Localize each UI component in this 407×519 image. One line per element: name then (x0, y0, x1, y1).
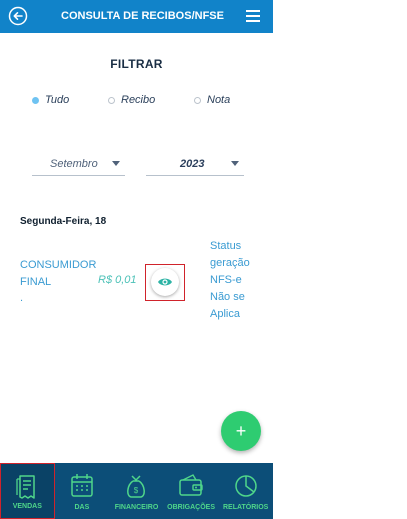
app-screen: CONSULTA DE RECIBOS/NFSE FILTRAR Tudo Re… (0, 0, 273, 519)
nav-das[interactable]: DAS (55, 463, 110, 519)
status-line: Status (210, 240, 242, 252)
radio-selected-icon (32, 96, 39, 104)
caret-down-icon (231, 161, 239, 166)
nav-label: OBRIGAÇÕES (167, 504, 215, 511)
eye-icon (158, 278, 172, 286)
status-line: geração (210, 257, 250, 269)
radio-label: Nota (207, 94, 231, 106)
receipt-icon (16, 475, 36, 499)
nav-label: VENDAS (12, 503, 42, 510)
nav-relatorios[interactable]: RELATÓRIOS (218, 463, 273, 519)
radio-label: Recibo (121, 94, 156, 106)
page-title: CONSULTA DE RECIBOS/NFSE (61, 10, 224, 22)
month-value: Setembro (50, 158, 98, 170)
radio-unselected-icon (194, 96, 201, 104)
customer-name-line2: FINAL (20, 276, 52, 288)
money-bag-icon: $ (127, 475, 146, 498)
nav-obrigacoes[interactable]: OBRIGAÇÕES (164, 463, 219, 519)
radio-unselected-icon (108, 96, 115, 104)
nav-label: DAS (74, 504, 90, 511)
day-label: Segunda-Feira, 18 (20, 216, 107, 227)
nav-label: FINANCEIRO (114, 504, 159, 511)
radio-nota[interactable]: Nota (194, 94, 230, 106)
view-record-highlight (145, 264, 185, 301)
status-line: Aplica (210, 308, 240, 320)
record-extra: . (20, 292, 24, 304)
nav-label: RELATÓRIOS (222, 504, 269, 511)
radio-recibo[interactable]: Recibo (108, 94, 155, 106)
calendar-icon (71, 474, 93, 497)
view-record-button[interactable] (151, 268, 179, 296)
top-app-bar: CONSULTA DE RECIBOS/NFSE (0, 0, 273, 33)
nav-vendas[interactable]: VENDAS (0, 463, 55, 519)
status-line: Não se (210, 291, 245, 303)
hamburger-menu-icon[interactable] (246, 10, 260, 22)
record-status: Status geração NFS-e Não se Aplica (210, 238, 270, 323)
record-value: R$ 0,01 (98, 274, 137, 286)
caret-down-icon (112, 161, 120, 166)
year-value: 2023 (180, 158, 205, 170)
radio-tudo[interactable]: Tudo (32, 94, 69, 106)
status-line: NFS-e (210, 274, 242, 286)
month-select[interactable]: Setembro (32, 156, 125, 176)
nav-financeiro[interactable]: $ FINANCEIRO (109, 463, 164, 519)
customer-name-line1: CONSUMIDOR (20, 259, 97, 271)
record-customer-name: CONSUMIDOR FINAL (20, 257, 100, 291)
pie-chart-icon (234, 475, 257, 497)
svg-text:$: $ (134, 486, 139, 495)
add-button[interactable]: + (221, 411, 261, 451)
bottom-navigation: VENDAS DAS $ FINANCEIRO OBRIGAÇÕES RELAT… (0, 463, 273, 519)
wallet-icon (179, 474, 203, 496)
year-select[interactable]: 2023 (146, 156, 244, 176)
radio-label: Tudo (45, 94, 70, 106)
filter-title: FILTRAR (110, 57, 163, 71)
